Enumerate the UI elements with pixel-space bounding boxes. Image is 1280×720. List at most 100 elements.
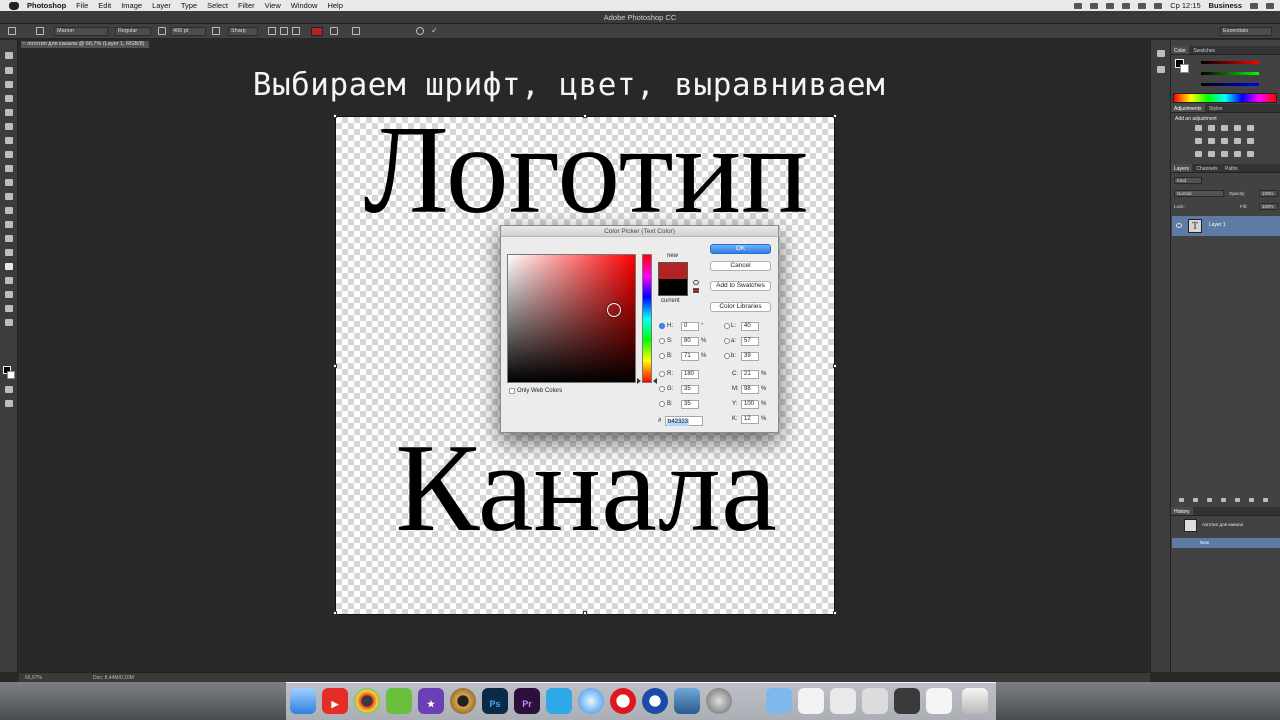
s-input[interactable]: 80 xyxy=(681,337,699,346)
r-radio[interactable] xyxy=(659,371,665,377)
y-input[interactable]: 100 xyxy=(741,400,759,409)
dodge-tool-icon[interactable] xyxy=(5,235,13,242)
menu-image[interactable]: Image xyxy=(121,1,142,10)
transform-handle[interactable] xyxy=(583,114,587,118)
hue-saturation-adjust-icon[interactable] xyxy=(1195,138,1202,144)
hue-slider[interactable] xyxy=(642,254,652,383)
font-family-select[interactable]: Marion xyxy=(54,27,108,36)
quicktime-icon[interactable] xyxy=(642,688,668,714)
blur-tool-icon[interactable] xyxy=(5,221,13,228)
l-input[interactable]: 40 xyxy=(741,322,759,331)
menu-file[interactable]: File xyxy=(76,1,88,10)
blend-mode-select[interactable]: Normal xyxy=(1174,190,1224,197)
fill-input[interactable]: 100% xyxy=(1259,203,1278,210)
h-input[interactable]: 0 xyxy=(681,322,699,331)
twitter-app-icon[interactable] xyxy=(546,688,572,714)
align-right-icon[interactable] xyxy=(292,27,300,35)
current-color-swatch[interactable] xyxy=(658,279,688,296)
h-radio[interactable] xyxy=(659,323,665,329)
tab-layers[interactable]: Layers xyxy=(1171,164,1193,172)
folder-icon[interactable] xyxy=(766,688,792,714)
color-balance-adjust-icon[interactable] xyxy=(1208,138,1215,144)
color-spectrum[interactable] xyxy=(1173,93,1277,103)
s-radio[interactable] xyxy=(659,338,665,344)
close-tab-icon[interactable]: × xyxy=(22,41,25,48)
tab-paths[interactable]: Paths xyxy=(1222,164,1241,172)
document-tab[interactable]: × логотип для канала @ 66,7% (Layer 1, R… xyxy=(20,40,150,49)
vibrance-adjust-icon[interactable] xyxy=(1247,125,1254,131)
photo-filter-adjust-icon[interactable] xyxy=(1234,138,1241,144)
brightness-adjust-icon[interactable] xyxy=(1195,125,1202,131)
channel-mixer-adjust-icon[interactable] xyxy=(1247,138,1254,144)
font-style-select[interactable]: Regular xyxy=(115,27,151,36)
crop-tool-icon[interactable] xyxy=(5,109,13,116)
shape-tool-icon[interactable] xyxy=(5,291,13,298)
panel-background-swatch[interactable] xyxy=(1180,64,1189,73)
antialias-select[interactable]: Sharp xyxy=(228,27,258,36)
threshold-adjust-icon[interactable] xyxy=(1221,151,1228,157)
tab-adjustments[interactable]: Adjustments xyxy=(1171,104,1205,112)
opacity-input[interactable]: 100% xyxy=(1259,190,1278,197)
downloads-stack-icon[interactable] xyxy=(862,688,888,714)
background-color-swatch[interactable] xyxy=(7,371,15,379)
tab-channels[interactable]: Channels xyxy=(1193,164,1220,172)
history-state-row[interactable]: New xyxy=(1172,538,1280,548)
menu-layer[interactable]: Layer xyxy=(152,1,171,10)
opera-icon[interactable] xyxy=(610,688,636,714)
hue-slider-right-arrow-icon[interactable] xyxy=(653,378,657,384)
menu-select[interactable]: Select xyxy=(207,1,228,10)
c-input[interactable]: 21 xyxy=(741,370,759,379)
posterize-adjust-icon[interactable] xyxy=(1208,151,1215,157)
premiere-icon[interactable]: Pr xyxy=(514,688,540,714)
type-tool-preset-icon[interactable] xyxy=(8,27,16,35)
blue-slider[interactable] xyxy=(1201,83,1259,86)
lab-b-radio[interactable] xyxy=(724,353,730,359)
history-brush-tool-icon[interactable] xyxy=(5,179,13,186)
l-radio[interactable] xyxy=(724,323,730,329)
cancel-button[interactable]: Cancel xyxy=(710,261,771,271)
m-input[interactable]: 98 xyxy=(741,385,759,394)
chrome-icon[interactable] xyxy=(354,688,380,714)
layer-name[interactable]: Layer 1 xyxy=(1209,222,1226,228)
pen-tool-icon[interactable] xyxy=(5,249,13,256)
type-tool-icon[interactable] xyxy=(5,263,13,270)
web-safe-color-icon[interactable] xyxy=(693,288,699,293)
font-size-select[interactable]: 400 pt xyxy=(170,27,206,36)
evernote-icon[interactable] xyxy=(386,688,412,714)
user-name[interactable]: Business xyxy=(1209,1,1242,10)
image-stack-icon[interactable] xyxy=(926,688,952,714)
red-slider[interactable] xyxy=(1201,61,1259,64)
k-input[interactable]: 12 xyxy=(741,415,759,424)
layer-filter-kind[interactable]: Kind xyxy=(1174,177,1202,184)
align-center-icon[interactable] xyxy=(280,27,288,35)
curves-adjust-icon[interactable] xyxy=(1221,125,1228,131)
safari-icon[interactable] xyxy=(578,688,604,714)
r-input[interactable]: 180 xyxy=(681,370,699,379)
stamp-tool-icon[interactable] xyxy=(5,165,13,172)
zoom-level[interactable]: 66,67% xyxy=(25,675,42,681)
screen-mode-icon[interactable] xyxy=(5,400,13,407)
b-radio[interactable] xyxy=(659,353,665,359)
invert-adjust-icon[interactable] xyxy=(1195,151,1202,157)
transform-handle[interactable] xyxy=(583,611,587,615)
menu-help[interactable]: Help xyxy=(327,1,342,10)
ok-button[interactable]: OK xyxy=(710,244,771,254)
clock[interactable]: Ср 12:15 xyxy=(1170,1,1200,10)
color-libraries-button[interactable]: Color Libraries xyxy=(710,302,771,312)
transform-handle[interactable] xyxy=(833,611,837,615)
transform-handle[interactable] xyxy=(833,364,837,368)
out-of-gamut-warning-icon[interactable] xyxy=(693,280,699,285)
character-panel-icon[interactable] xyxy=(352,27,360,35)
lab-b-input[interactable]: 39 xyxy=(741,352,759,361)
tab-history[interactable]: History xyxy=(1171,507,1193,515)
g-input[interactable]: 35 xyxy=(681,385,699,394)
hue-slider-left-arrow-icon[interactable] xyxy=(637,378,641,384)
transform-handle[interactable] xyxy=(333,364,337,368)
system-preferences-icon[interactable] xyxy=(706,688,732,714)
move-tool-icon[interactable] xyxy=(5,52,13,59)
green-slider[interactable] xyxy=(1201,72,1259,75)
hex-input[interactable]: b42323 xyxy=(665,416,703,426)
volume-icon[interactable] xyxy=(1138,2,1147,9)
layer-row[interactable]: T Layer 1 xyxy=(1172,216,1280,236)
text-orientation-icon[interactable] xyxy=(36,27,44,35)
